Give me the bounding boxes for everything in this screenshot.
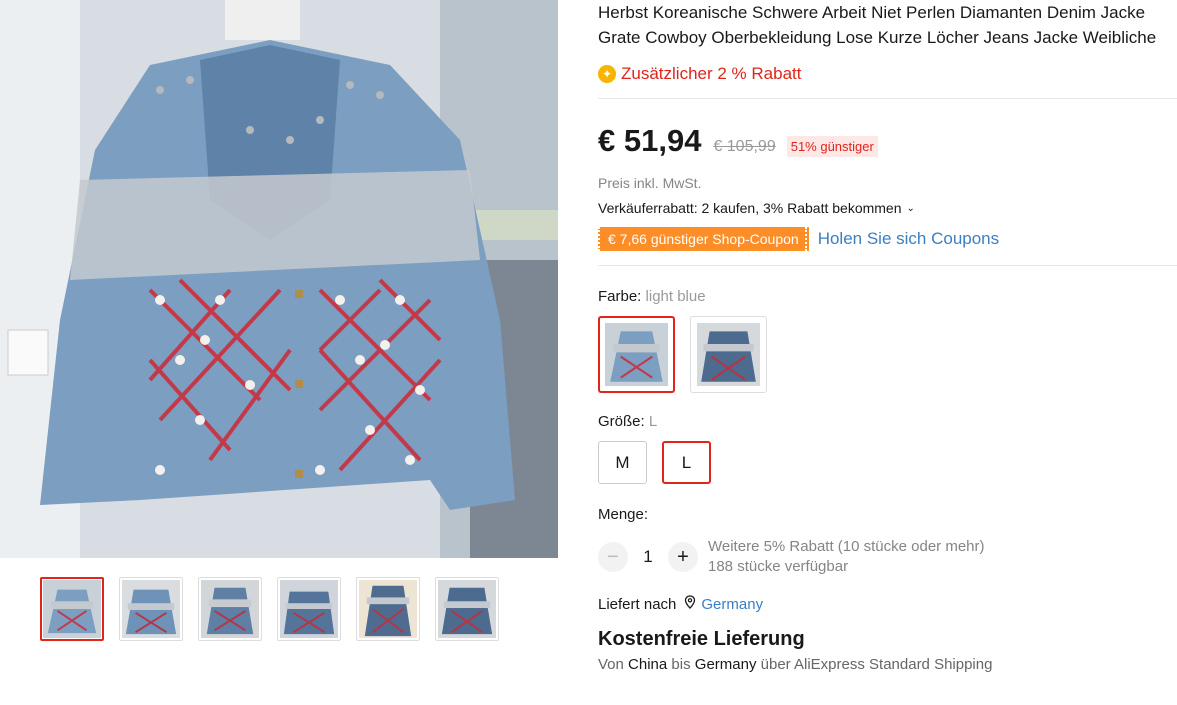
free-shipping-title: Kostenfreie Lieferung: [598, 628, 805, 650]
denim-jacket-photo: [0, 0, 558, 558]
size-label-text: Größe:: [598, 413, 645, 430]
tax-note: Preis inkl. MwSt.: [598, 175, 702, 191]
current-price: € 51,94: [598, 123, 702, 158]
thumbnail-strip: [40, 577, 499, 641]
selected-size-value: L: [648, 413, 658, 430]
color-option-light-blue[interactable]: [598, 316, 675, 393]
product-gallery: [0, 0, 558, 705]
divider: [598, 265, 1177, 266]
size-option-l[interactable]: L: [662, 441, 711, 484]
color-label-text: Farbe:: [598, 288, 642, 305]
stock-available-text: 188 stücke verfügbar: [708, 558, 849, 575]
size-label: Größe: L: [598, 413, 1177, 430]
extra-discount-text: Zusätzlicher 2 % Rabatt: [621, 64, 802, 83]
deliver-to-label: Liefert nach: [598, 595, 677, 613]
star-coin-icon: ✦: [598, 65, 616, 83]
shipping-route: Von China bis Germany über AliExpress St…: [598, 656, 1177, 673]
thumbnail-2[interactable]: [119, 577, 183, 641]
deliver-to: Liefert nach Germany: [598, 595, 1177, 613]
thumbnail-1[interactable]: [40, 577, 104, 641]
get-coupons-link[interactable]: Holen Sie sich Coupons: [818, 229, 999, 249]
quantity-stepper: − 1 + Weitere 5% Rabatt (10 stücke oder …: [598, 537, 1177, 577]
thumbnail-5[interactable]: [356, 577, 420, 641]
quantity-input[interactable]: 1: [628, 547, 668, 567]
color-swatches: [598, 316, 1177, 393]
thumbnail-4[interactable]: [277, 577, 341, 641]
seller-discount-text: Verkäuferrabatt: 2 kaufen, 3% Rabatt bek…: [598, 200, 902, 216]
color-label: Farbe: light blue: [598, 288, 1177, 305]
route-destination: Germany: [694, 656, 757, 673]
extra-discount-promo: ✦ Zusätzlicher 2 % Rabatt: [598, 64, 1177, 84]
size-options: M L: [598, 441, 1177, 484]
original-price: € 105,99: [713, 138, 776, 155]
price-row: € 51,94 € 105,99 51% günstiger: [598, 123, 1177, 159]
coupon-row: € 7,66 günstiger Shop-Coupon Holen Sie s…: [598, 227, 1177, 251]
deliver-country-link[interactable]: Germany: [701, 596, 763, 613]
quantity-info: Weitere 5% Rabatt (10 stücke oder mehr) …: [708, 537, 985, 577]
main-product-image[interactable]: [0, 0, 558, 558]
quantity-label: Menge:: [598, 506, 649, 523]
route-to-prefix: bis: [671, 656, 691, 673]
product-info: Herbst Koreanische Schwere Arbeit Niet P…: [598, 0, 1177, 673]
divider: [598, 98, 1177, 99]
quantity-decrease-button[interactable]: −: [598, 542, 628, 572]
discount-badge: 51% günstiger: [786, 136, 878, 157]
size-option-m[interactable]: M: [598, 441, 647, 484]
product-title-line-1: Herbst Koreanische Schwere Arbeit Niet P…: [598, 3, 1146, 22]
route-origin: China: [628, 656, 668, 673]
product-title: Herbst Koreanische Schwere Arbeit Niet P…: [598, 0, 1177, 50]
quantity-increase-button[interactable]: +: [668, 542, 698, 572]
selected-color-value: light blue: [645, 288, 706, 305]
shop-coupon-badge[interactable]: € 7,66 günstiger Shop-Coupon: [598, 227, 809, 251]
thumbnail-6[interactable]: [435, 577, 499, 641]
route-from-prefix: Von: [598, 656, 624, 673]
thumbnail-3[interactable]: [198, 577, 262, 641]
product-title-line-2: Grate Cowboy Oberbekleidung Lose Kurze L…: [598, 28, 1157, 47]
seller-discount[interactable]: Verkäuferrabatt: 2 kaufen, 3% Rabatt bek…: [598, 200, 1177, 216]
chevron-down-icon: ⌄: [906, 202, 915, 214]
route-method: über AliExpress Standard Shipping: [760, 656, 993, 673]
location-pin-icon: [684, 595, 696, 613]
bulk-discount-text: Weitere 5% Rabatt (10 stücke oder mehr): [708, 538, 985, 555]
color-option-dark-blue[interactable]: [690, 316, 767, 393]
